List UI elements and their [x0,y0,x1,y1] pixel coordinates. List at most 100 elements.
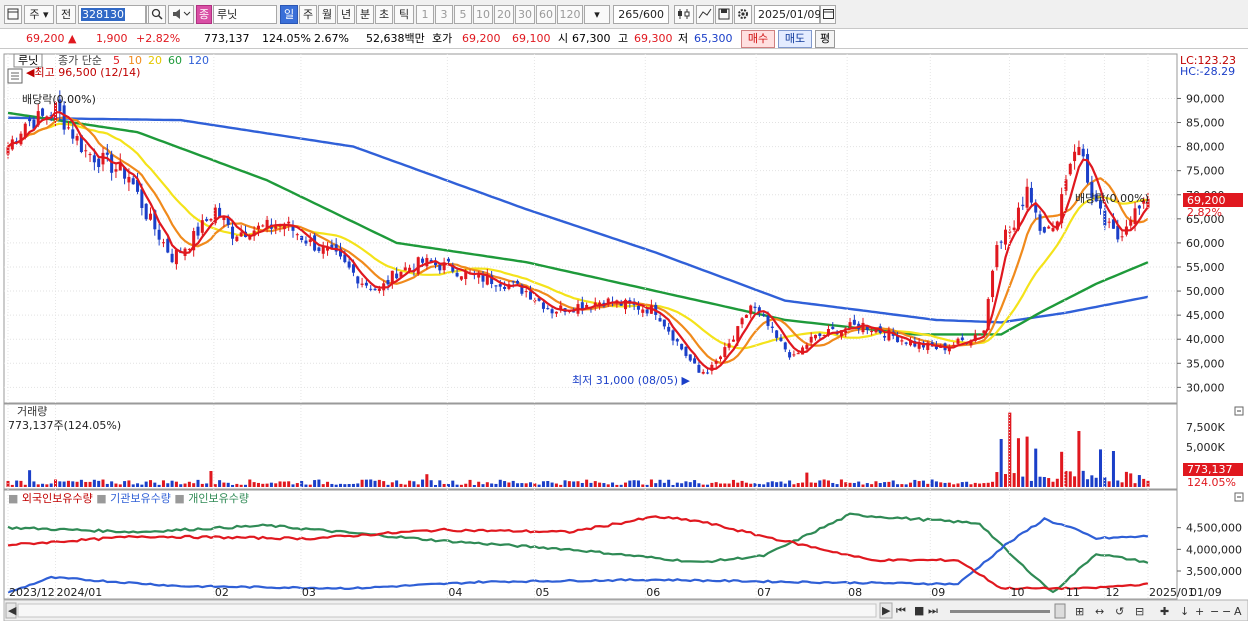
candle [131,178,135,185]
quote-bar: 69,200 ▲ 1,900 +2.82% 773,137 124.05% 2.… [0,29,1248,49]
calendar-icon[interactable] [820,5,836,24]
stock-code-input[interactable]: 328130 [78,5,146,24]
ma120-legend[interactable]: 120 [188,54,209,67]
candle [667,326,671,332]
volume-bar [995,472,999,487]
volume-bar [239,484,243,487]
window-icon[interactable] [4,5,22,24]
turnover-rate: 2.67% [314,32,349,45]
stock-name-field[interactable]: 루닛 [213,5,277,24]
period-second[interactable]: 초 [375,5,393,24]
horizontal-scrollbar[interactable] [17,603,877,618]
period-month[interactable]: 월 [318,5,336,24]
candle [688,354,692,361]
candle [718,356,723,360]
market-select[interactable]: 주 ▾ [24,5,54,24]
volume-bar [697,483,701,487]
interval-30[interactable]: 30 [515,5,535,24]
zoom-in-icon[interactable]: + [1195,605,1204,618]
volume-bar [92,479,96,487]
play-forward-icon[interactable]: ⏭ [928,604,938,617]
zoom-reset-icon[interactable]: ↺ [1115,605,1124,618]
interval-dropdown[interactable]: ▾ [584,5,610,24]
volume-bar [1060,451,1064,487]
prev-button[interactable]: 전 [56,5,76,24]
volume-bar [809,482,813,487]
price-pane [3,53,1178,404]
date-field[interactable]: 2025/01/09 [754,5,821,24]
candle [75,136,79,141]
candle [1086,154,1090,183]
volume-bar [947,482,951,487]
volume-bar [632,480,636,487]
zoom-fit-icon[interactable]: ⊞ [1075,605,1084,618]
candle [788,352,792,358]
volume-tick-label: 5,000K [1186,441,1225,454]
volume-bar [317,479,321,487]
stop-icon[interactable]: ■ [914,604,924,617]
speaker-icon[interactable] [168,5,194,24]
buy-button[interactable]: 매수 [741,30,775,48]
period-day[interactable]: 일 [280,5,298,24]
eval-button[interactable]: 평 [815,30,835,48]
play-back-icon[interactable]: ⏮ [896,604,906,617]
zoom-range-icon[interactable]: ↔ [1095,605,1104,618]
interval-60[interactable]: 60 [536,5,556,24]
y-tick-label: 50,000 [1186,285,1225,298]
volume-title: 거래량 [17,405,47,418]
period-week[interactable]: 주 [299,5,317,24]
period-tick[interactable]: 틱 [394,5,414,24]
candle [209,219,213,221]
candle [84,150,88,152]
candle [1038,214,1042,231]
open-price: 67,300 [572,32,611,45]
font-size-icon[interactable]: A [1234,605,1242,618]
interval-20[interactable]: 20 [494,5,514,24]
y-tick-label: 75,000 [1186,165,1225,178]
zoom-out-icon[interactable]: − [1210,605,1219,618]
period-year[interactable]: 년 [337,5,355,24]
candle [1042,227,1046,233]
volume-bar [943,482,947,487]
zoom-out-minus-icon[interactable]: − [1222,605,1231,618]
zoom-slider-thumb[interactable] [1054,603,1066,619]
volume-value-label: 773,137주(124.05%) [8,419,121,432]
search-icon[interactable] [148,5,166,24]
volume-bar [636,480,640,487]
candle [714,360,718,364]
interval-3[interactable]: 3 [435,5,453,24]
candle [662,319,666,327]
volume-bar [179,484,183,487]
sell-button[interactable]: 매도 [778,30,812,48]
x-tick-label: 11 [1066,586,1080,599]
interval-5[interactable]: 5 [454,5,472,24]
volume-bar [792,484,796,487]
save-icon[interactable] [715,5,733,24]
y-tick-label: 60,000 [1186,237,1225,250]
ma60-legend[interactable]: 60 [168,54,182,67]
candle [256,225,260,230]
x-tick-label: 09 [931,586,945,599]
volume-bar [390,482,394,487]
interval-120[interactable]: 120 [557,5,583,24]
arrow-down-icon[interactable]: ↓ [1180,605,1189,618]
interval-10[interactable]: 10 [473,5,493,24]
volume-bar [468,479,472,487]
candle-type-icon[interactable] [674,5,694,24]
candle [723,347,727,358]
volume-bar [243,484,248,487]
volume-bar [908,482,913,487]
ma20-legend[interactable]: 20 [148,54,162,67]
candle [554,311,558,314]
split-view-icon[interactable]: ⊟ [1135,605,1144,618]
settings-gear-icon[interactable] [734,5,752,24]
crosshair-icon[interactable]: ✚ [1160,605,1169,618]
interval-1[interactable]: 1 [416,5,434,24]
count-field[interactable]: 265/600 [613,5,669,24]
volume-bar [10,484,14,487]
period-minute[interactable]: 분 [356,5,374,24]
line-tool-icon[interactable] [696,5,714,24]
zoom-slider[interactable] [950,610,1050,613]
high-price: 69,300 [634,32,673,45]
candle [675,339,679,342]
